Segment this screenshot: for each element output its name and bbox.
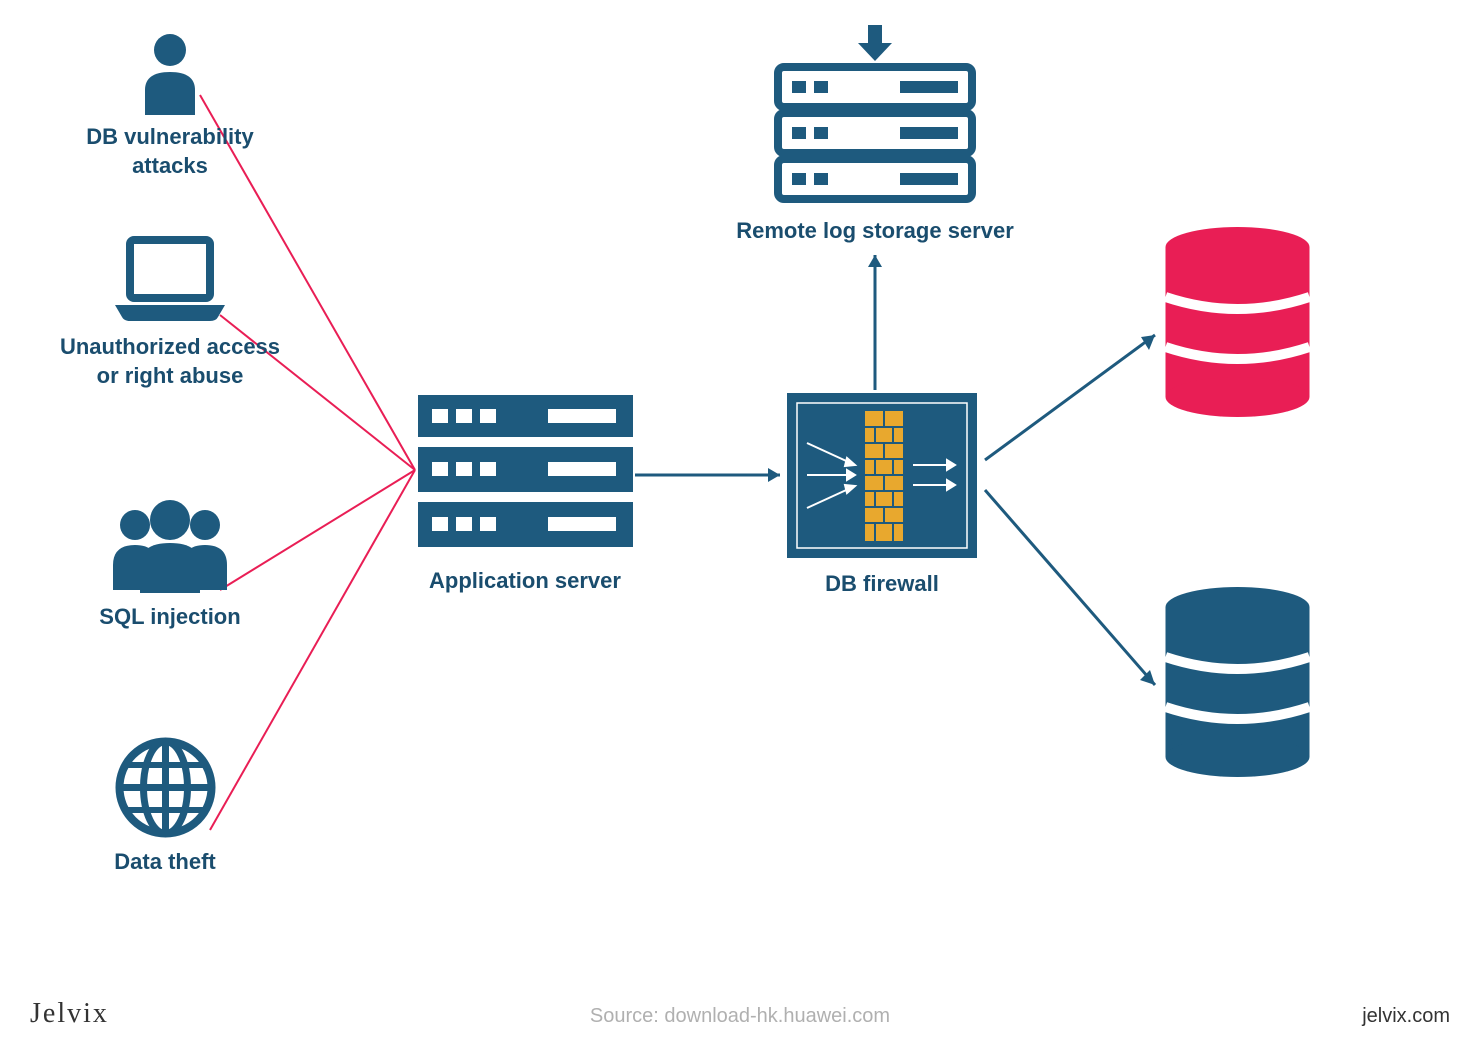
source-attribution: Source: download-hk.huawei.com [590,1005,890,1028]
server-with-arrow-icon [770,25,980,205]
threat-db-vulnerability: DB vulnerability attacks [80,30,260,180]
node-database-blue [1160,585,1315,780]
database-icon [1160,225,1315,420]
threat-label: DB vulnerability attacks [86,123,253,180]
architecture-diagram: DB vulnerability attacks Unauthorized ac… [0,0,1480,1050]
node-database-red [1160,225,1315,420]
database-icon [1160,585,1315,780]
group-icon [105,495,235,595]
node-label: Application server [429,567,621,596]
firewall-icon [787,393,977,558]
threat-unauthorized-access: Unauthorized access or right abuse [55,235,285,390]
threat-data-theft: Data theft [75,735,255,877]
node-label: Remote log storage server [736,217,1014,246]
node-application-server: Application server [410,395,640,596]
person-icon [135,30,205,115]
threat-sql-injection: SQL injection [65,495,275,632]
site-url: jelvix.com [1362,1005,1450,1028]
threat-label: SQL injection [99,603,240,632]
threat-label: Data theft [114,848,215,877]
brand-logo: Jelvix [30,998,109,1030]
threat-label: Unauthorized access or right abuse [60,333,280,390]
laptop-icon [110,235,230,325]
server-icon [418,395,633,555]
globe-icon [113,735,218,840]
node-remote-log-storage: Remote log storage server [725,25,1025,246]
node-label: DB firewall [825,570,939,599]
node-db-firewall: DB firewall [782,393,982,599]
